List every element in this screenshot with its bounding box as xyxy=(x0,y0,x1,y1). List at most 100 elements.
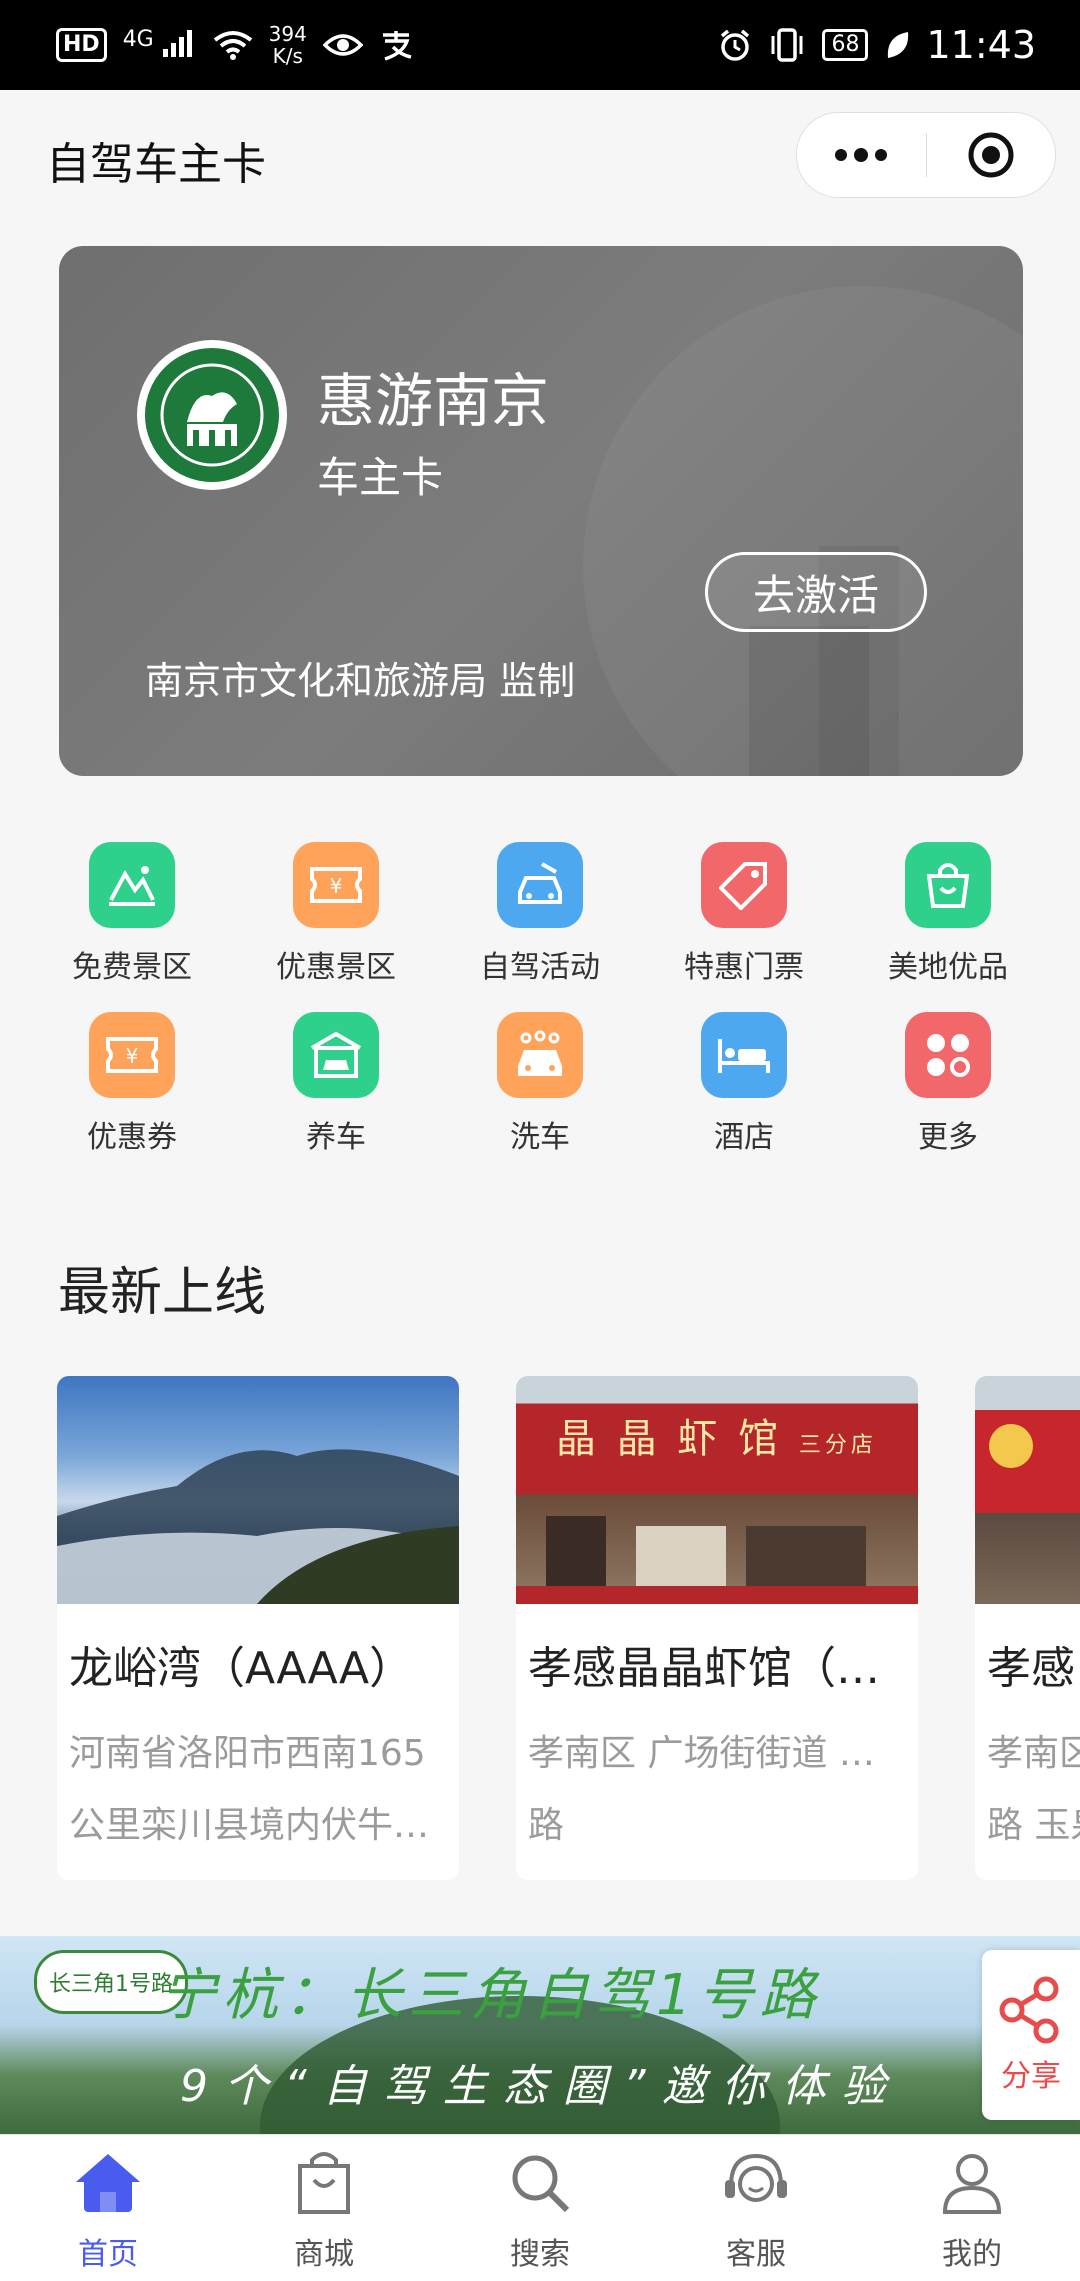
banner-title: 宁杭：长三角自驾1号路 xyxy=(160,1963,822,2028)
grid-label: 酒店 xyxy=(714,1120,774,1155)
bureau-logo xyxy=(137,340,287,490)
grid-item-local-goods[interactable]: 美地优品 xyxy=(846,842,1050,986)
coupon-icon: ¥ xyxy=(89,1012,175,1098)
status-bar: HD 4G 394 K/s 68 11:43 xyxy=(0,0,1080,90)
item-image-restaurant: 晶 晶 虾 馆 三分店 xyxy=(516,1376,918,1604)
list-item[interactable]: 晶 晶 虾 馆 三分店 孝感晶晶虾馆（… 孝南区 广场街街道 天仙 路 xyxy=(516,1376,918,1880)
bed-icon xyxy=(701,1012,787,1098)
home-icon xyxy=(76,2154,140,2212)
target-circle-icon xyxy=(968,132,1014,178)
mini-program-capsule xyxy=(796,112,1056,198)
tab-label: 首页 xyxy=(78,2237,138,2272)
user-icon xyxy=(942,2154,1002,2214)
grid-item-coupon[interactable]: ¥ 优惠券 xyxy=(30,1012,234,1156)
grid-item-car-care[interactable]: 养车 xyxy=(234,1012,438,1156)
item-title: 孝感 xyxy=(987,1643,1075,1694)
tab-label: 客服 xyxy=(726,2237,786,2272)
car-icon xyxy=(497,842,583,928)
grid-label: 优惠景区 xyxy=(276,950,396,985)
battery-indicator: 68 xyxy=(822,29,869,61)
share-label: 分享 xyxy=(1001,2059,1061,2094)
card-subtitle: 车主卡 xyxy=(317,453,444,502)
card-title: 惠游南京 xyxy=(317,367,550,435)
tab-search[interactable]: 搜索 xyxy=(432,2143,648,2273)
speed-value: 394 xyxy=(268,22,307,46)
latest-list[interactable]: 龙峪湾（AAAA） 河南省洛阳市西南165 公里栾川县境内伏牛… 晶 晶 虾 馆… xyxy=(0,1376,1080,1882)
grid-label: 自驾活动 xyxy=(480,950,600,985)
list-item[interactable]: 孝感 孝南区 路 玉泉 xyxy=(975,1376,1080,1880)
share-icon xyxy=(999,1976,1059,2044)
more-grid-icon xyxy=(905,1012,991,1098)
svg-text:¥: ¥ xyxy=(330,874,343,898)
shopping-bag-icon xyxy=(905,842,991,928)
address-line: 路 玉泉 xyxy=(987,1805,1080,1846)
grid-label: 优惠券 xyxy=(87,1120,177,1155)
grid-label: 免费景区 xyxy=(72,950,192,985)
network-type: 4G xyxy=(122,26,154,52)
more-dots-icon xyxy=(835,148,888,162)
grid-label: 美地优品 xyxy=(888,950,1008,985)
item-image-restaurant xyxy=(975,1376,1080,1604)
list-item[interactable]: 龙峪湾（AAAA） 河南省洛阳市西南165 公里栾川县境内伏牛… xyxy=(57,1376,459,1880)
tab-home[interactable]: 首页 xyxy=(0,2143,216,2273)
wifi-icon xyxy=(213,31,252,60)
car-wash-icon xyxy=(497,1012,583,1098)
close-mini-program-button[interactable] xyxy=(927,113,1056,197)
activate-button[interactable]: 去激活 xyxy=(705,552,927,632)
grid-label: 养车 xyxy=(306,1120,366,1155)
hd-indicator: HD xyxy=(56,28,107,62)
item-address: 孝南区 路 玉泉 xyxy=(987,1718,1080,1862)
grid-label: 洗车 xyxy=(510,1120,570,1155)
tag-icon xyxy=(701,842,787,928)
tab-profile[interactable]: 我的 xyxy=(864,2143,1080,2273)
emblem-icon xyxy=(160,363,264,467)
speed-unit: K/s xyxy=(272,44,303,68)
network-indicator: 4G xyxy=(123,27,197,64)
grid-label: 更多 xyxy=(918,1120,978,1155)
item-title: 龙峪湾（AAAA） xyxy=(69,1643,414,1694)
tab-customer-service[interactable]: 客服 xyxy=(648,2143,864,2273)
alarm-icon xyxy=(721,29,750,61)
mountain-icon xyxy=(89,842,175,928)
alipay-icon xyxy=(382,31,412,61)
promo-banner[interactable]: 长三角1号路 宁杭：长三角自驾1号路 9个“自驾生态圈”邀你体验 xyxy=(0,1936,1080,2134)
headset-icon xyxy=(725,2153,787,2202)
banner-subtitle: 9个“自驾生态圈”邀你体验 xyxy=(180,2061,902,2112)
app-header: 自驾车主卡 xyxy=(0,90,1080,220)
more-menu-button[interactable] xyxy=(797,113,926,197)
grid-item-self-drive[interactable]: 自驾活动 xyxy=(438,842,642,986)
card-issuer: 南京市文化和旅游局 监制 xyxy=(145,659,576,703)
owner-card: 惠游南京 车主卡 去激活 南京市文化和旅游局 监制 xyxy=(59,246,1023,776)
vibrate-icon xyxy=(771,28,803,62)
grid-item-hotel[interactable]: 酒店 xyxy=(642,1012,846,1156)
eye-icon xyxy=(322,34,363,56)
address-line: 孝南区 广场街街道 天仙 xyxy=(528,1733,908,1774)
grid-item-car-wash[interactable]: 洗车 xyxy=(438,1012,642,1156)
svg-text:¥: ¥ xyxy=(126,1044,139,1068)
grid-item-discount-scenic[interactable]: ¥ 优惠景区 xyxy=(234,842,438,986)
bottom-tab-bar: 首页 商城 搜索 客服 我的 xyxy=(0,2134,1080,2281)
clock: 11:43 xyxy=(926,23,1036,67)
item-title: 孝感晶晶虾馆（… xyxy=(528,1643,880,1694)
item-address: 河南省洛阳市西南165 公里栾川县境内伏牛… xyxy=(69,1718,449,1862)
card-decoration xyxy=(749,626,869,776)
leaf-icon xyxy=(888,32,909,58)
grid-item-free-scenic[interactable]: 免费景区 xyxy=(30,842,234,986)
signal-icon xyxy=(162,29,192,57)
tab-label: 搜索 xyxy=(510,2237,570,2272)
grid-item-more[interactable]: 更多 xyxy=(846,1012,1050,1156)
network-speed: 394 K/s xyxy=(269,23,307,67)
page-title: 自驾车主卡 xyxy=(46,139,266,190)
address-line: 路 xyxy=(528,1805,565,1846)
grid-label: 特惠门票 xyxy=(684,950,804,985)
shopping-bag-icon xyxy=(298,2152,350,2214)
garage-icon xyxy=(293,1012,379,1098)
item-image-mountain xyxy=(57,1376,459,1604)
tab-mall[interactable]: 商城 xyxy=(216,2143,432,2273)
section-title-latest: 最新上线 xyxy=(58,1263,267,1323)
address-line: 河南省洛阳市西南165 xyxy=(69,1733,426,1774)
grid-item-special-tickets[interactable]: 特惠门票 xyxy=(642,842,846,986)
item-address: 孝南区 广场街街道 天仙 路 xyxy=(528,1718,908,1862)
search-icon xyxy=(512,2155,570,2213)
share-button[interactable]: 分享 xyxy=(982,1950,1080,2120)
